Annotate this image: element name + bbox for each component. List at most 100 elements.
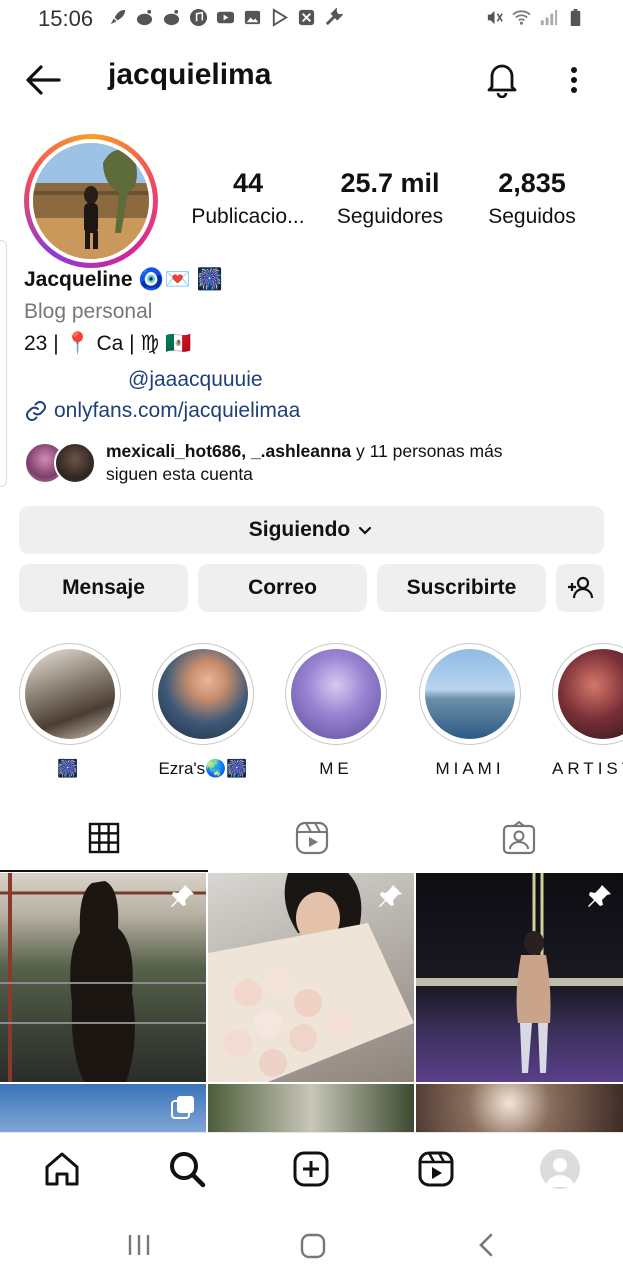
post-thumbnail[interactable] [208, 1084, 414, 1132]
active-tab-indicator [0, 870, 208, 872]
mutual-follower-avatar [54, 442, 96, 484]
system-navigation-bar [0, 1208, 623, 1280]
email-button[interactable]: Correo [198, 564, 367, 612]
followers-label: Seguidores [336, 205, 444, 228]
posts-label: Publicacio... [191, 205, 305, 228]
post-thumbnail[interactable] [416, 1084, 623, 1132]
add-person-button[interactable] [556, 564, 604, 612]
add-person-icon [568, 576, 594, 599]
search-icon[interactable] [167, 1149, 207, 1189]
highlight-item[interactable]: Ezra's🌏🎆 [151, 643, 255, 779]
back-button-icon[interactable] [476, 1232, 498, 1258]
post-thumbnail[interactable] [0, 873, 206, 1082]
status-time: 15:06 [38, 6, 94, 31]
avatar-photo [33, 143, 149, 259]
x-box-icon [298, 9, 315, 26]
highlight-label: ARTIST [552, 759, 623, 778]
pinned-icon [588, 885, 611, 907]
more-options-icon[interactable] [560, 62, 588, 98]
rocket-icon [110, 9, 126, 25]
battery-icon [570, 8, 581, 27]
stat-posts[interactable]: 44 Publicacio... [186, 168, 310, 229]
highlight-label: Ezra's🌏🎆 [158, 759, 248, 778]
mutual-followers-text: mexicali_hot686, _.ashleanna y 11 person… [106, 440, 503, 486]
message-button-label: Mensaje [62, 576, 145, 599]
highlight-label: ME [319, 759, 353, 778]
pinned-icon [171, 885, 194, 907]
chevron-down-icon [359, 526, 372, 535]
tab-tagged[interactable] [415, 803, 623, 873]
bio-line: 23 | 📍 Ca | ♍ 🇲🇽 [24, 332, 192, 355]
followers-count: 25.7 mil [340, 168, 440, 198]
profile-nav-avatar[interactable] [540, 1149, 580, 1189]
following-count: 2,835 [498, 168, 566, 198]
bell-icon[interactable] [484, 60, 520, 98]
status-bar: 15:06 [0, 0, 623, 36]
stat-followers[interactable]: 25.7 mil Seguidores [328, 168, 452, 229]
highlight-label: MIAMI [435, 759, 505, 778]
music-icon [189, 8, 208, 27]
recent-apps-icon[interactable] [126, 1232, 152, 1258]
back-arrow-icon[interactable] [24, 62, 62, 98]
highlight-item[interactable]: ME [284, 643, 388, 779]
highlight-item[interactable]: 🎆 [18, 643, 122, 779]
post-thumbnail[interactable] [416, 873, 623, 1082]
play-store-icon [272, 8, 288, 27]
profile-category: Blog personal [24, 300, 153, 323]
tab-grid[interactable] [0, 803, 208, 873]
home-button-icon[interactable] [299, 1232, 327, 1260]
link-icon [26, 401, 46, 421]
post-thumbnail[interactable] [208, 873, 414, 1082]
highlight-item[interactable]: MIAMI [418, 643, 522, 779]
highlight-item[interactable]: ARTIST [552, 643, 623, 779]
create-post-icon[interactable] [291, 1149, 331, 1189]
system-status-icons [485, 8, 585, 27]
bottom-navigation [0, 1132, 623, 1209]
youtube-icon [216, 11, 235, 24]
gallery-icon [244, 10, 261, 25]
following-button-label: Siguiendo [248, 518, 351, 541]
email-button-label: Correo [248, 576, 317, 599]
multiple-posts-icon [171, 1096, 194, 1119]
signal-icon [540, 9, 558, 26]
default-avatar-icon [546, 1158, 574, 1187]
wifi-icon [512, 10, 531, 25]
profile-username: jacquielima [108, 58, 272, 91]
subscribe-button-label: Suscribirte [406, 576, 517, 599]
subscribe-button[interactable]: Suscribirte [377, 564, 546, 612]
mutual-follower-line2: siguen esta cuenta [106, 464, 253, 484]
notification-icons [108, 8, 343, 27]
reels-nav-icon[interactable] [416, 1149, 456, 1189]
highlight-label: 🎆 [57, 759, 83, 778]
post-thumbnail[interactable] [0, 1084, 206, 1132]
message-button[interactable]: Mensaje [19, 564, 188, 612]
grid-icon [88, 822, 120, 854]
profile-link-text: onlyfans.com/jacquielimaa [54, 399, 301, 422]
mutual-follower-rest: y 11 personas más [351, 441, 503, 461]
pinned-icon [379, 885, 402, 907]
highlight-cover [558, 649, 623, 739]
posts-count: 44 [232, 168, 264, 198]
home-icon[interactable] [42, 1149, 82, 1189]
profile-display-name: Jacqueline 🧿💌 🎆 [24, 268, 223, 291]
stat-following[interactable]: 2,835 Seguidos [470, 168, 594, 229]
wrench-icon [325, 8, 343, 26]
profile-link[interactable]: onlyfans.com/jacquielimaa [24, 399, 300, 423]
tagged-icon [502, 821, 536, 855]
mutual-followers[interactable]: mexicali_hot686, _.ashleanna y 11 person… [24, 440, 604, 486]
mutual-follower-names: mexicali_hot686, _.ashleanna [106, 441, 352, 461]
tab-reels[interactable] [208, 803, 416, 873]
highlight-cover [158, 649, 248, 739]
highlight-cover [25, 649, 115, 739]
reels-icon [295, 821, 329, 855]
reddit-icon [136, 9, 153, 26]
following-label: Seguidos [488, 205, 576, 228]
highlight-cover [425, 649, 515, 739]
edge-panel-handle[interactable] [0, 240, 7, 487]
mute-icon [487, 10, 503, 25]
bio-mention[interactable]: @jaaacquuuie [128, 368, 263, 392]
reddit-icon [163, 9, 180, 26]
highlight-cover [291, 649, 381, 739]
following-button[interactable]: Siguiendo [19, 506, 604, 554]
profile-avatar[interactable] [33, 143, 149, 259]
